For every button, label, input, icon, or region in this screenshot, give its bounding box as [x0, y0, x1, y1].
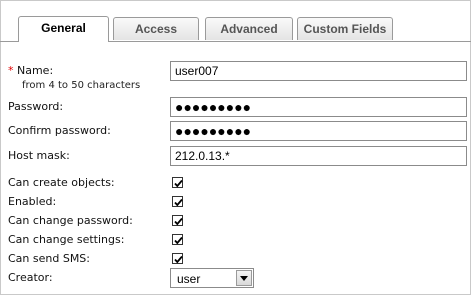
- checkmark-icon: [174, 236, 183, 245]
- tab-bar: General Access Advanced Custom Fields: [0, 0, 471, 42]
- checkmark-icon: [174, 217, 183, 226]
- name-input[interactable]: user007: [170, 61, 467, 81]
- can-send-sms-checkbox[interactable]: [172, 253, 183, 264]
- tab-general[interactable]: General: [18, 16, 109, 42]
- chevron-down-icon: [240, 276, 248, 281]
- confirm-password-input[interactable]: ●●●●●●●●●: [170, 121, 467, 141]
- confirm-password-row: Confirm password: ●●●●●●●●●: [6, 120, 467, 142]
- name-row: * Name: from 4 to 50 characters user007: [6, 60, 467, 91]
- checkmark-icon: [174, 179, 183, 188]
- creator-row: Creator: user: [6, 267, 466, 289]
- tab-custom-fields[interactable]: Custom Fields: [297, 17, 393, 40]
- can-change-password-checkbox[interactable]: [172, 215, 183, 226]
- enabled-label: Enabled:: [8, 195, 57, 208]
- password-row: Password: ●●●●●●●●●: [6, 96, 467, 118]
- enabled-checkbox[interactable]: [172, 196, 183, 207]
- can-change-settings-checkbox[interactable]: [172, 234, 183, 245]
- confirm-password-label: Confirm password:: [8, 124, 111, 137]
- can-send-sms-label: Can send SMS:: [8, 252, 91, 265]
- password-label: Password:: [8, 100, 64, 113]
- checkmark-icon: [174, 198, 183, 207]
- creator-select[interactable]: user: [170, 268, 254, 288]
- name-label-wrap: * Name:: [8, 64, 53, 77]
- host-mask-label: Host mask:: [8, 149, 70, 162]
- name-hint: from 4 to 50 characters: [22, 80, 141, 91]
- name-label: Name:: [17, 64, 54, 77]
- can-change-settings-label: Can change settings:: [8, 233, 125, 246]
- creator-label: Creator:: [8, 271, 53, 284]
- host-mask-row: Host mask: 212.0.13.*: [6, 145, 467, 167]
- can-change-password-label: Can change password:: [8, 214, 133, 227]
- dropdown-button[interactable]: [236, 270, 252, 286]
- can-create-objects-label: Can create objects:: [8, 176, 115, 189]
- tab-access[interactable]: Access: [113, 17, 199, 40]
- checkmark-icon: [174, 255, 183, 264]
- can-create-objects-checkbox[interactable]: [172, 177, 183, 188]
- tab-advanced[interactable]: Advanced: [205, 17, 293, 40]
- required-mark: *: [8, 64, 14, 77]
- host-mask-input[interactable]: 212.0.13.*: [170, 146, 467, 166]
- creator-value: user: [177, 272, 201, 286]
- password-input[interactable]: ●●●●●●●●●: [170, 97, 467, 117]
